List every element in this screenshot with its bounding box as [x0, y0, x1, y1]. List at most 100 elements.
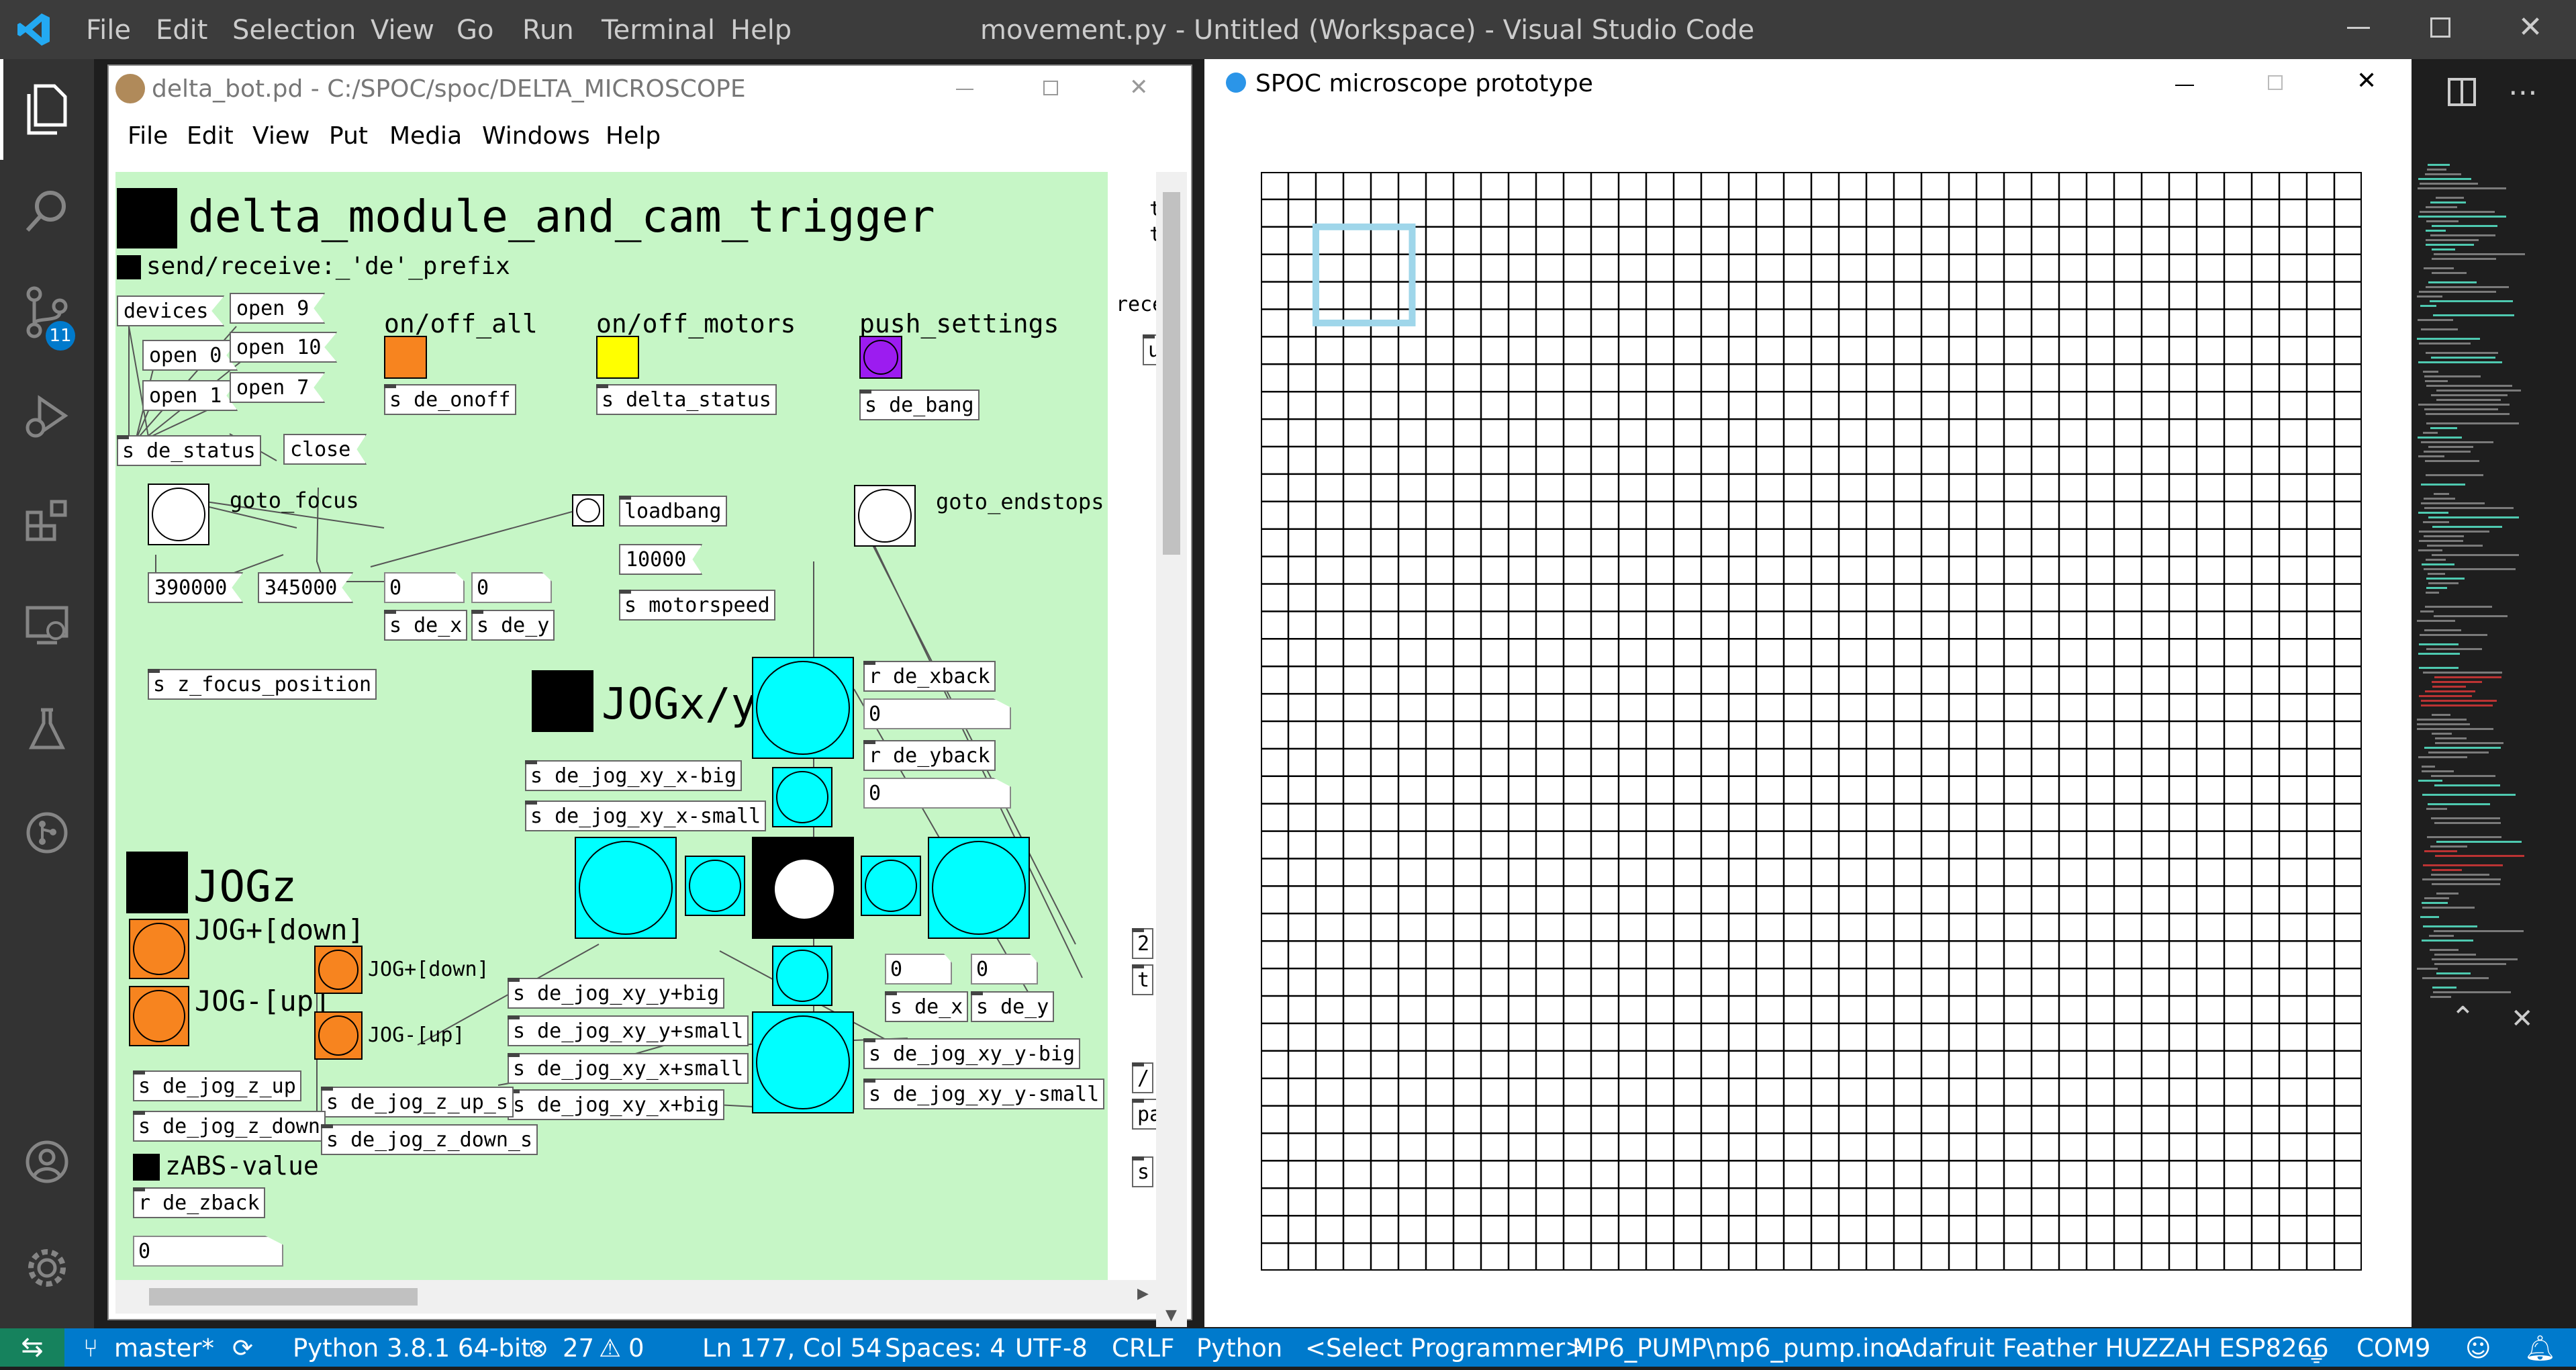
spoc-close-button[interactable]: ✕ — [2356, 67, 2377, 95]
bang-loadbang[interactable] — [572, 494, 604, 527]
menu-go[interactable]: Go — [457, 15, 493, 46]
obj-right-slash[interactable]: / — [1132, 1062, 1154, 1093]
menu-selection[interactable]: Selection — [232, 15, 356, 46]
bang-jog-x-small[interactable] — [772, 767, 832, 827]
bang-jog-z-down-small[interactable] — [314, 946, 363, 994]
run-debug-icon[interactable] — [19, 388, 75, 445]
number-zback[interactable]: 0 — [133, 1236, 283, 1267]
msg-open7[interactable]: open 7 — [230, 372, 326, 403]
menu-view[interactable]: View — [371, 15, 434, 46]
obj-de-x[interactable]: s de_x — [384, 610, 468, 641]
obj-de-onoff[interactable]: s de_onoff — [384, 384, 516, 415]
obj-de-status[interactable]: s de_status — [117, 435, 261, 466]
bang-jog-y-plus-small[interactable] — [861, 856, 921, 916]
obj-loadbang[interactable]: loadbang — [619, 496, 727, 527]
bang-jog-center[interactable] — [752, 837, 854, 939]
bang-jog-x-plus-big[interactable] — [752, 1011, 854, 1113]
obj-right-2[interactable]: 2 — [1132, 928, 1154, 959]
obj-jog-z-down[interactable]: s de_jog_z_down — [133, 1111, 326, 1142]
obj-jog-x-big[interactable]: s de_jog_xy_x-big — [525, 760, 743, 791]
toggle-onoff-motors[interactable] — [596, 336, 639, 379]
panel-close-icon[interactable]: ✕ — [2511, 1003, 2534, 1034]
bang-goto-focus[interactable] — [148, 484, 209, 545]
bang-goto-endstops[interactable] — [854, 485, 916, 547]
branch-name[interactable]: master* — [114, 1334, 214, 1363]
indentation[interactable]: Spaces: 4 — [885, 1334, 1006, 1363]
pd-menu-edit[interactable]: Edit — [187, 122, 234, 150]
obj-jog-z-up[interactable]: s de_jog_z_up — [133, 1070, 301, 1101]
close-button[interactable]: ✕ — [2515, 12, 2546, 43]
obj-delta-status[interactable]: s delta_status — [596, 384, 777, 415]
explorer-icon[interactable] — [19, 81, 75, 137]
panel-chevron-up-icon[interactable]: ⌃ — [2450, 1001, 2475, 1035]
bang-jog-z-up-small[interactable] — [314, 1011, 363, 1060]
arduino-sketch[interactable]: MP6_PUMP\mp6_pump.ino — [1572, 1334, 1901, 1363]
minimize-button[interactable] — [2347, 27, 2370, 29]
pd-menu-view[interactable]: View — [252, 122, 309, 150]
pd-vertical-scrollbar[interactable]: ▼ — [1156, 172, 1187, 1327]
menu-help[interactable]: Help — [730, 15, 792, 46]
menu-run[interactable]: Run — [522, 15, 574, 46]
arduino-programmer[interactable]: <Select Programmer> — [1305, 1334, 1586, 1363]
pd-horizontal-scrollbar[interactable]: ▶ — [115, 1280, 1156, 1314]
msg-10000[interactable]: 10000 — [619, 544, 703, 575]
obj-jog-x-big-plus[interactable]: s de_jog_xy_x+big — [508, 1089, 725, 1120]
notifications-bell-icon[interactable]: 🔔︎ — [2524, 1334, 2556, 1363]
number-de-y[interactable]: 0 — [471, 572, 552, 603]
obj-right-t[interactable]: t — [1132, 964, 1154, 995]
msg-345000[interactable]: 345000 — [258, 572, 354, 603]
obj-jog-x-small-plus[interactable]: s de_jog_xy_x+small — [508, 1053, 749, 1084]
number-xback[interactable]: 0 — [863, 698, 1011, 729]
cursor-position[interactable]: Ln 177, Col 54 — [702, 1334, 882, 1363]
msg-open9[interactable]: open 9 — [230, 293, 326, 324]
bang-jog-x-big[interactable] — [752, 657, 854, 759]
obj-r-de-xback[interactable]: r de_xback — [863, 661, 996, 692]
obj-jog-y-big-minus[interactable]: s de_jog_xy_y-big — [863, 1038, 1081, 1069]
spoc-minimize-button[interactable] — [2175, 85, 2194, 86]
plug-icon[interactable]: ⏚ — [2304, 1334, 2329, 1370]
pd-minimize-button[interactable] — [956, 89, 973, 90]
encoding[interactable]: UTF-8 — [1015, 1334, 1088, 1363]
msg-devices[interactable]: devices — [117, 295, 225, 326]
msg-open0[interactable]: open 0 — [142, 340, 238, 371]
settings-gear-icon[interactable] — [19, 1240, 75, 1296]
warnings-icon[interactable]: ⚠ — [599, 1334, 621, 1363]
obj-de-y[interactable]: s de_y — [471, 610, 555, 641]
pd-menu-put[interactable]: Put — [329, 122, 368, 150]
python-interpreter[interactable]: Python 3.8.1 64-bit — [293, 1334, 531, 1363]
obj-jog-z-up-s[interactable]: s de_jog_z_up_s — [321, 1087, 514, 1117]
menu-edit[interactable]: Edit — [156, 15, 207, 46]
remote-explorer-icon[interactable] — [19, 596, 75, 653]
bang-jog-y-minus-big[interactable] — [575, 837, 677, 939]
language-mode[interactable]: Python — [1196, 1334, 1282, 1363]
pd-maximize-button[interactable] — [1043, 81, 1058, 95]
pd-close-button[interactable]: ✕ — [1129, 74, 1149, 101]
obj-jog-z-down-s[interactable]: s de_jog_z_down_s — [321, 1124, 538, 1155]
menu-terminal[interactable]: Terminal — [602, 15, 715, 46]
obj-de-bang[interactable]: s de_bang — [859, 390, 980, 420]
msg-390000[interactable]: 390000 — [148, 572, 244, 603]
number-de-y2[interactable]: 0 — [971, 954, 1038, 985]
pd-menu-media[interactable]: Media — [389, 122, 462, 150]
bang-jog-x-plus-small[interactable] — [772, 946, 832, 1006]
obj-z-focus-position[interactable]: s z_focus_position — [148, 669, 377, 700]
obj-de-x2[interactable]: s de_x — [885, 991, 969, 1022]
more-actions-icon[interactable]: ⋯ — [2508, 75, 2538, 109]
remote-indicator[interactable]: ⇆ — [0, 1328, 64, 1367]
obj-jog-y-small-plus[interactable]: s de_jog_xy_y+small — [508, 1015, 749, 1046]
end-of-line[interactable]: CRLF — [1112, 1334, 1174, 1363]
pd-menu-help[interactable]: Help — [606, 122, 661, 150]
pd-menu-file[interactable]: File — [128, 122, 168, 150]
msg-open10[interactable]: open 10 — [230, 332, 338, 363]
msg-close[interactable]: close — [283, 434, 367, 465]
obj-right-s[interactable]: s — [1132, 1156, 1154, 1187]
sync-icon[interactable]: ⟳ — [232, 1334, 253, 1363]
arduino-board[interactable]: Adafruit Feather HUZZAH ESP8266 — [1896, 1334, 2329, 1363]
position-grid[interactable] — [1261, 172, 2362, 1271]
obj-motorspeed[interactable]: s motorspeed — [619, 590, 775, 621]
number-de-x[interactable]: 0 — [384, 572, 465, 603]
feedback-icon[interactable]: ☺ — [2465, 1334, 2491, 1363]
obj-jog-x-small[interactable]: s de_jog_xy_x-small — [525, 801, 767, 831]
msg-open1[interactable]: open 1 — [142, 380, 238, 411]
git-graph-icon[interactable] — [19, 805, 75, 861]
